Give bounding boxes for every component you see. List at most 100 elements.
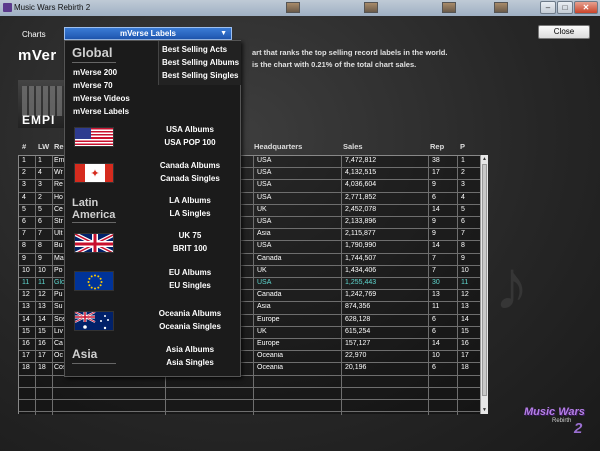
cell-rep: 6: [432, 193, 436, 201]
chart-description-line-1: art that ranks the top selling record la…: [252, 48, 448, 57]
cell-last-week: 15: [38, 327, 46, 335]
cell-last-week: 13: [38, 303, 46, 311]
cell-sales: 1,434,406: [345, 266, 377, 274]
cell-position: 12: [461, 291, 469, 299]
cell-sales: 2,115,877: [345, 230, 376, 238]
header-rep[interactable]: Rep: [430, 142, 444, 151]
cell-rep: 14: [432, 242, 440, 250]
cell-last-week: 18: [38, 364, 46, 372]
menu-item-eu-singles[interactable]: EU Singles: [140, 281, 240, 290]
cell-last-week: 3: [38, 181, 42, 189]
menu-item-brit-100[interactable]: BRIT 100: [140, 244, 240, 253]
chart-description-line-2: is the chart with 0.21% of the total cha…: [252, 60, 417, 69]
cell-rep: 6: [432, 315, 436, 323]
cell-headquarters: Asia: [257, 303, 271, 311]
menu-item-eu-albums[interactable]: EU Albums: [140, 268, 240, 277]
menu-item-asia-albums[interactable]: Asia Albums: [140, 345, 240, 354]
scroll-up-icon[interactable]: ▲: [481, 155, 488, 163]
menu-item-asia-singles[interactable]: Asia Singles: [140, 358, 240, 367]
cell-position: 16: [461, 340, 469, 347]
menu-item-la-singles[interactable]: LA Singles: [140, 209, 240, 218]
cell-last-week: 5: [38, 205, 42, 213]
close-button[interactable]: Close: [538, 25, 590, 39]
menu-item-uk-75[interactable]: UK 75: [140, 231, 240, 240]
scroll-thumb[interactable]: [482, 164, 487, 396]
menu-item-usa-albums[interactable]: USA Albums: [140, 125, 240, 134]
window-title: Music Wars Rebirth 2: [14, 3, 91, 12]
minimize-button[interactable]: –: [540, 1, 556, 14]
cell-headquarters: Asia: [257, 230, 271, 238]
region-divider: [72, 222, 116, 223]
brand-logo: Music Wars Rebirth 2: [522, 404, 594, 444]
menu-item-best-selling-albums[interactable]: Best Selling Albums: [162, 58, 239, 67]
cell-last-week: 4: [38, 169, 42, 177]
cell-rep: 6: [432, 364, 436, 372]
menu-item-mverse-videos[interactable]: mVerse Videos: [73, 94, 130, 103]
cell-headquarters: UK: [257, 327, 267, 335]
cell-rank: 14: [22, 315, 30, 323]
city-skyline-icon: [22, 86, 66, 116]
scroll-down-icon[interactable]: ▼: [481, 406, 488, 414]
empty-table-row: [19, 388, 481, 400]
cell-last-week: 9: [38, 254, 42, 262]
menu-item-best-selling-acts[interactable]: Best Selling Acts: [162, 45, 227, 54]
cell-rep: 9: [432, 230, 436, 238]
menu-item-mverse-70[interactable]: mVerse 70: [73, 81, 113, 90]
cell-rep: 7: [432, 254, 436, 262]
cell-rank: 2: [22, 169, 26, 177]
cell-rep: 14: [432, 205, 440, 213]
cell-position: 18: [461, 364, 469, 372]
cell-rep: 7: [432, 266, 436, 274]
maximize-button[interactable]: □: [557, 1, 573, 14]
label-logo-text: EMPI: [22, 113, 56, 127]
cell-sales: 1,242,769: [345, 291, 377, 299]
cell-position: 4: [461, 193, 465, 201]
cell-rep: 13: [432, 291, 440, 299]
uk-flag-icon: [74, 233, 114, 253]
table-scrollbar[interactable]: ▲ ▼: [480, 155, 488, 414]
cell-rep: 10: [432, 352, 440, 360]
menu-item-best-selling-singles[interactable]: Best Selling Singles: [162, 71, 238, 80]
header-position[interactable]: P: [460, 142, 465, 151]
window-close-button[interactable]: ✕: [574, 1, 598, 14]
empty-table-row: [19, 400, 481, 413]
menu-item-mverse-200[interactable]: mVerse 200: [73, 68, 117, 77]
header-headquarters[interactable]: Headquarters: [254, 142, 302, 151]
global-submenu: Best Selling Acts Best Selling Albums Be…: [158, 41, 241, 85]
cell-sales: 2,452,078: [345, 205, 377, 213]
title-bar[interactable]: Music Wars Rebirth 2 – □ ✕: [0, 0, 600, 16]
cell-last-week: 12: [38, 291, 46, 299]
cell-sales: 20,196: [345, 364, 367, 372]
header-last-week[interactable]: LW: [38, 142, 49, 151]
menu-item-oceania-albums[interactable]: Oceania Albums: [140, 309, 240, 318]
menu-item-la-albums[interactable]: LA Albums: [140, 196, 240, 205]
cell-rep: 38: [432, 157, 440, 164]
cell-last-week: 10: [38, 266, 46, 274]
brand-logo-number: 2: [574, 420, 583, 437]
cell-headquarters: USA: [257, 279, 272, 286]
region-divider: [72, 62, 116, 63]
menu-item-mverse-labels[interactable]: mVerse Labels: [73, 107, 129, 116]
cell-position: 3: [461, 181, 465, 189]
cell-rank: 10: [22, 266, 30, 274]
menu-item-usa-pop-100[interactable]: USA POP 100: [140, 138, 240, 147]
cell-rank: 15: [22, 327, 30, 335]
menu-item-oceania-singles[interactable]: Oceania Singles: [140, 322, 240, 331]
dropdown-value: mVerse Labels: [119, 29, 177, 38]
header-rank[interactable]: #: [22, 142, 26, 151]
music-note-icon: ♪: [494, 246, 529, 324]
header-sales[interactable]: Sales: [343, 142, 363, 151]
menu-item-canada-singles[interactable]: Canada Singles: [140, 174, 240, 183]
cell-position: 10: [461, 266, 469, 274]
header-name[interactable]: Re: [54, 142, 64, 151]
cell-sales: 22,970: [345, 352, 367, 360]
cell-rep: 6: [432, 327, 436, 335]
cell-headquarters: Canada: [257, 291, 282, 299]
menu-item-canada-albums[interactable]: Canada Albums: [140, 161, 240, 170]
brand-logo-subtitle: Rebirth: [552, 418, 572, 424]
cell-position: 14: [461, 315, 469, 323]
cell-rank: 7: [22, 230, 26, 238]
cell-last-week: 2: [38, 193, 42, 201]
cell-sales: 7,472,812: [345, 157, 377, 164]
chart-select-dropdown[interactable]: mVerse Labels ▼: [64, 27, 232, 40]
